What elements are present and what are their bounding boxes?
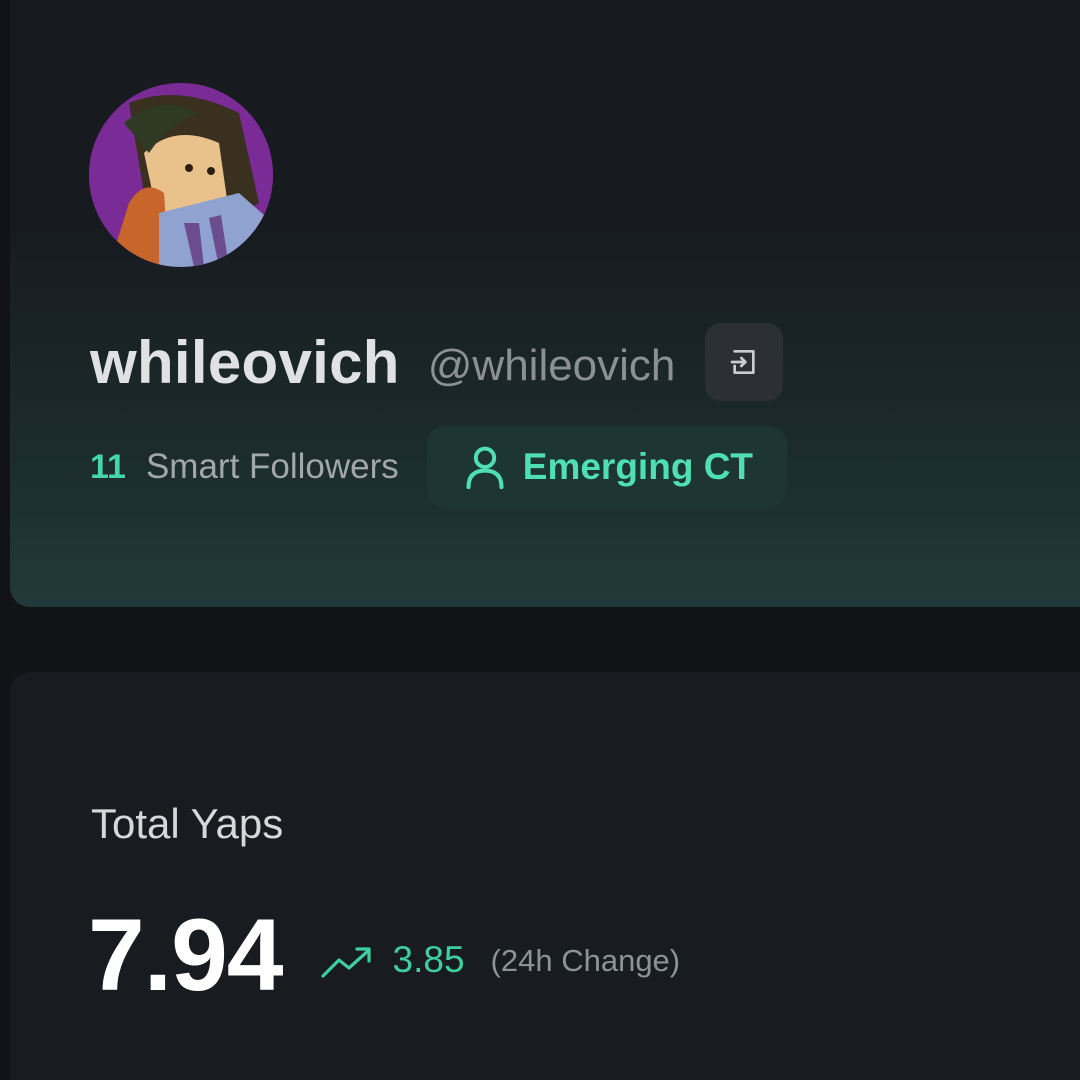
avatar[interactable] <box>89 83 273 267</box>
smart-followers-count: 11 <box>90 447 126 486</box>
trending-up-icon <box>320 944 373 980</box>
page: whileovich @whileovich 11 Smart Follower… <box>0 0 1080 1080</box>
open-profile-button[interactable] <box>705 323 784 401</box>
change-label: (24h Change) <box>490 943 681 978</box>
display-name: whileovich <box>90 328 400 396</box>
tier-label: Emerging CT <box>522 446 754 487</box>
smart-followers-label: Smart Followers <box>145 447 399 486</box>
tier-badge[interactable]: Emerging CT <box>426 426 788 508</box>
stats-title: Total Yaps <box>91 800 284 847</box>
total-yaps-value: 7.94 <box>88 897 284 1012</box>
profile-name-row: whileovich @whileovich <box>90 322 784 402</box>
stats-card <box>10 672 1080 1080</box>
user-icon <box>466 446 504 490</box>
stats-row: 7.94 3.85 (24h Change) <box>88 898 681 1012</box>
change-value: 3.85 <box>392 939 465 980</box>
login-arrow-icon <box>731 350 756 374</box>
avatar-image <box>89 83 273 267</box>
handle: @whileovich <box>427 341 676 390</box>
followers-row: 11 Smart Followers Emerging CT <box>90 426 788 508</box>
